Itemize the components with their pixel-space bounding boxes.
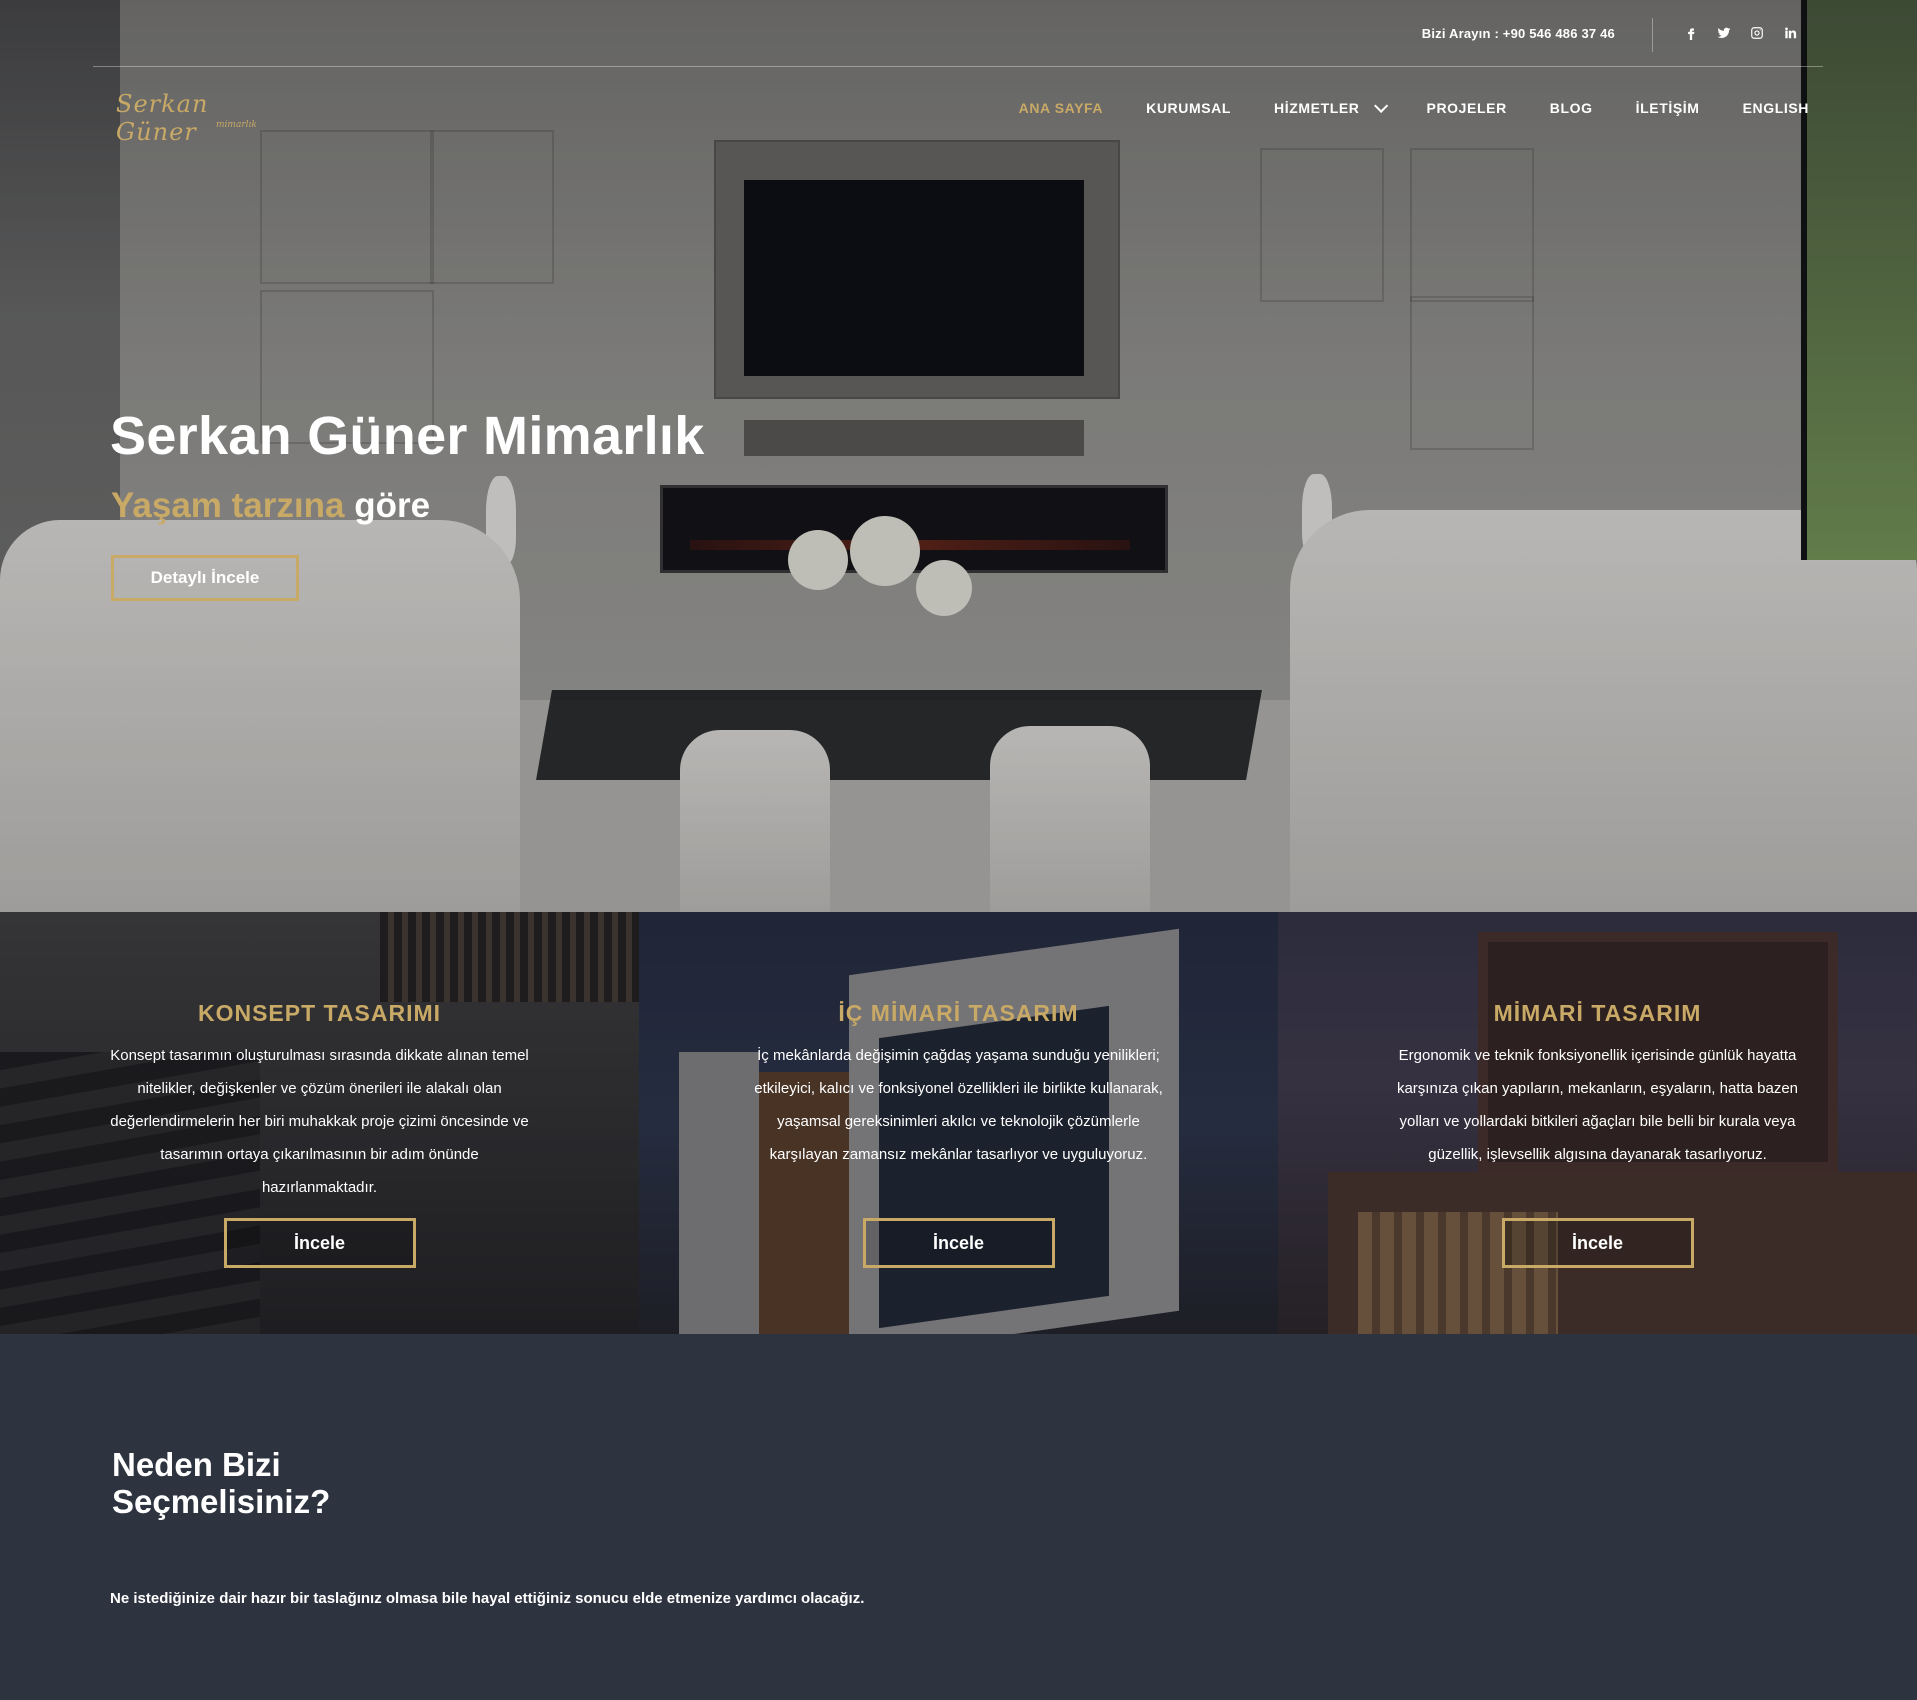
service-card-ic-mimari: İÇ MİMARİ TASARIM İç mekânlarda değişimi… (639, 912, 1278, 1334)
card-text: Ergonomik ve teknik fonksiyonellik içeri… (1396, 1047, 1799, 1163)
topbar: Bizi Arayın : +90 546 486 37 46 (0, 0, 1917, 66)
why-us-section: Neden Bizi Seçmelisiniz? Ne istediğinize… (0, 1334, 1917, 1700)
service-card-konsept: KONSEPT TASARIMI Konsept tasarımın oluşt… (0, 912, 639, 1334)
page: Bizi Arayın : +90 546 486 37 46 Serkan G… (0, 0, 1917, 1700)
topbar-divider (1652, 18, 1653, 52)
nav-item-hizmetler[interactable]: HİZMETLER (1274, 98, 1388, 116)
twitter-icon[interactable] (1713, 22, 1735, 44)
site-logo[interactable]: Serkan Güner mimarlık (116, 90, 266, 146)
card-text: İç mekânlarda değişimin çağdaş yaşama su… (754, 1047, 1163, 1163)
nav-item-projeler[interactable]: PROJELER (1427, 100, 1507, 116)
card-title: İÇ MİMARİ TASARIM (838, 1000, 1079, 1026)
hero-subtitle: Yaşam tarzına göre (111, 486, 430, 526)
incele-button-mimari[interactable]: İncele (1501, 1218, 1694, 1268)
card-title: MİMARİ TASARIM (1493, 1000, 1702, 1026)
phone-number[interactable]: Bizi Arayın : +90 546 486 37 46 (1422, 26, 1615, 41)
card-title: KONSEPT TASARIMI (197, 1000, 442, 1026)
nav-item-ana-sayfa[interactable]: ANA SAYFA (1019, 100, 1104, 116)
nav-item-kurumsal[interactable]: KURUMSAL (1146, 100, 1231, 116)
nav-item-iletisim[interactable]: İLETİŞİM (1636, 100, 1700, 116)
card-content: İÇ MİMARİ TASARIM İç mekânlarda değişimi… (639, 1000, 1278, 1171)
detayli-incele-button[interactable]: Detaylı İncele (111, 555, 299, 601)
nav-item-english[interactable]: ENGLISH (1743, 100, 1809, 116)
hero-section: Bizi Arayın : +90 546 486 37 46 Serkan G… (0, 0, 1917, 912)
nav-item-blog[interactable]: BLOG (1550, 100, 1593, 116)
instagram-icon[interactable] (1746, 22, 1768, 44)
service-card-mimari: MİMARİ TASARIM Ergonomik ve teknik fonks… (1278, 912, 1917, 1334)
incele-button-konsept[interactable]: İncele (223, 1218, 416, 1268)
why-us-title: Neden Bizi Seçmelisiniz? (112, 1446, 331, 1520)
hero-subtitle-accent: Yaşam tarzına (111, 486, 345, 525)
chevron-down-icon (1373, 98, 1388, 113)
why-us-text: Ne istediğinize dair hazır bir taslağını… (110, 1590, 865, 1607)
facebook-icon[interactable] (1680, 22, 1702, 44)
hero-subtitle-rest: göre (354, 486, 431, 525)
main-nav: ANA SAYFA KURUMSAL HİZMETLER PROJELER BL… (976, 98, 1809, 116)
card-content: MİMARİ TASARIM Ergonomik ve teknik fonks… (1278, 1000, 1917, 1171)
incele-button-ic-mimari[interactable]: İncele (862, 1218, 1055, 1268)
topbar-underline (93, 66, 1823, 67)
services-section: KONSEPT TASARIMI Konsept tasarımın oluşt… (0, 912, 1917, 1334)
card-content: KONSEPT TASARIMI Konsept tasarımın oluşt… (0, 1000, 639, 1204)
linkedin-icon[interactable] (1779, 22, 1801, 44)
card-text: Konsept tasarımın oluşturulması sırasınd… (110, 1047, 529, 1196)
logo-subtitle: mimarlık (216, 120, 257, 130)
hero-title: Serkan Güner Mimarlık (110, 406, 705, 466)
logo-script: Serkan Güner (116, 90, 209, 146)
nav-item-hizmetler-label: HİZMETLER (1274, 100, 1360, 116)
